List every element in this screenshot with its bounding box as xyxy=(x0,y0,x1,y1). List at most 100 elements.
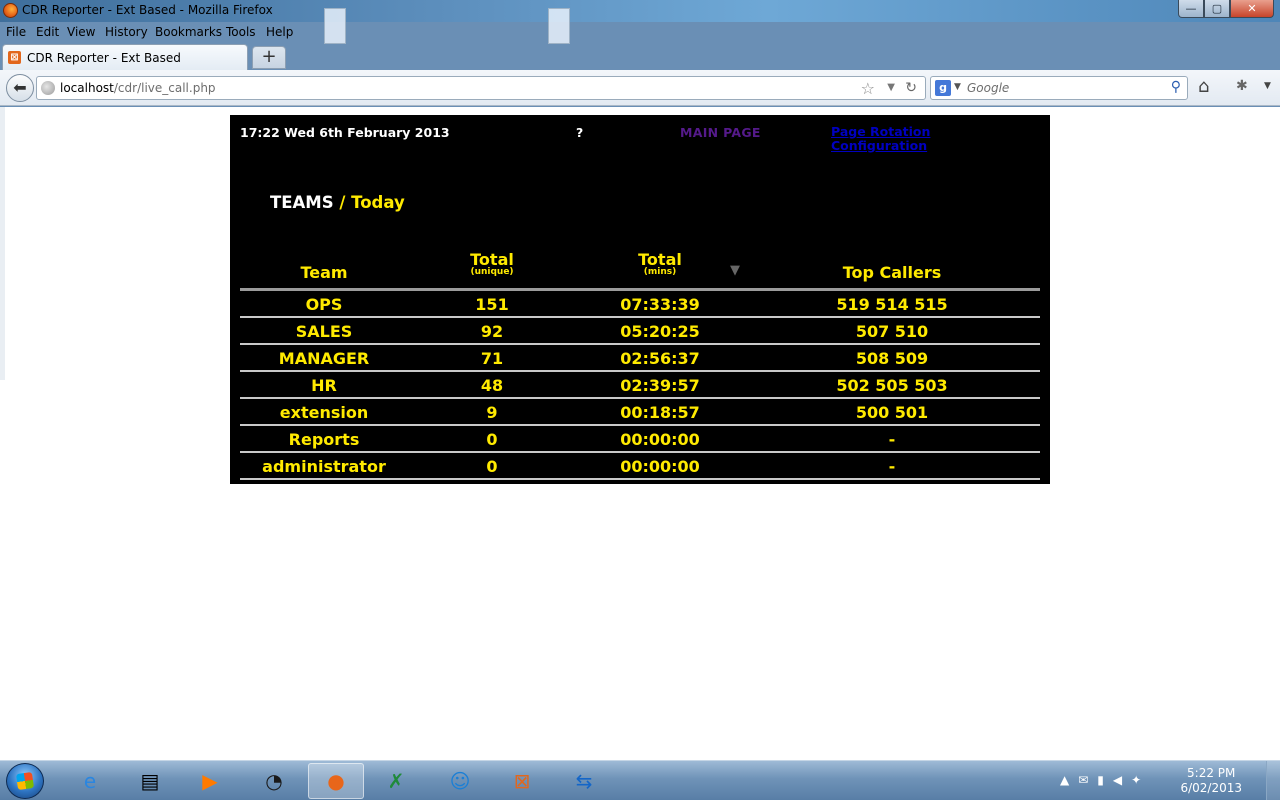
menu-bar: File Edit View History Bookmarks Tools H… xyxy=(0,22,1280,42)
title-teams: TEAMS xyxy=(270,193,334,212)
menu-view[interactable]: View xyxy=(67,25,95,39)
tray-date: 6/02/2013 xyxy=(1180,781,1242,795)
cell-total-unique: 0 xyxy=(486,430,498,449)
cell-total-unique: 71 xyxy=(480,349,504,368)
tab-cdr-reporter[interactable]: ⊠ CDR Reporter - Ext Based xyxy=(2,44,248,70)
table-row: administrator 0 00:00:00 - xyxy=(240,453,1040,480)
taskbar-clock-app-icon[interactable]: ◔ xyxy=(246,763,302,799)
bookmark-star-icon[interactable]: ☆ xyxy=(861,79,875,98)
taskbar: e ▤ ▶ ◔ ● ✗ ☺ ⊠ ⇆ ▲✉▮◀✦ 5:22 PM 6/02/201… xyxy=(0,760,1280,800)
cell-total-mins: 02:39:57 xyxy=(620,376,700,395)
taskbar-teamviewer-icon[interactable]: ⇆ xyxy=(556,763,612,799)
menu-bookmarks[interactable]: Bookmarks xyxy=(155,25,222,39)
show-desktop-button[interactable] xyxy=(1266,761,1280,800)
google-icon[interactable]: g xyxy=(935,80,951,96)
xampp-favicon-icon: ⊠ xyxy=(8,51,21,64)
menu-file[interactable]: File xyxy=(6,25,26,39)
cell-team: extension xyxy=(279,403,369,422)
cell-total-mins: 02:56:37 xyxy=(620,349,700,368)
search-icon[interactable]: ⚲ xyxy=(1171,79,1181,95)
header-total-unique-sub: (unique) xyxy=(470,267,514,277)
search-engine-dropdown-icon[interactable]: ▼ xyxy=(954,82,961,92)
tray-clock[interactable]: 5:22 PM 6/02/2013 xyxy=(1180,766,1242,796)
table-body: OPS 151 07:33:39 519 514 515 SALES 92 05:20:25… xyxy=(240,291,1040,480)
system-tray: ▲✉▮◀✦ 5:22 PM 6/02/2013 xyxy=(1060,761,1280,800)
table-row: MANAGER 71 02:56:37 508 509 xyxy=(240,345,1040,372)
url-path: /cdr/live_call.php xyxy=(113,81,216,95)
header-top-callers[interactable]: Top Callers xyxy=(780,265,1004,281)
window-titlebar: CDR Reporter - Ext Based - Mozilla Firef… xyxy=(0,0,1280,44)
page-rotation-line1: Page Rotation xyxy=(831,124,931,139)
table-row: OPS 151 07:33:39 519 514 515 xyxy=(240,291,1040,318)
cell-total-unique: 9 xyxy=(486,403,498,422)
address-bar[interactable]: localhost/cdr/live_call.php ☆ ▼ ↻ xyxy=(36,76,926,100)
cell-team: MANAGER xyxy=(278,349,370,368)
tab-label: CDR Reporter - Ext Based xyxy=(27,51,181,65)
tab-strip: ⊠ CDR Reporter - Ext Based + xyxy=(0,42,1280,70)
header-total-mins-label: Total xyxy=(638,250,682,269)
cell-total-mins: 05:20:25 xyxy=(620,322,700,341)
taskbar-xmind-icon[interactable]: ✗ xyxy=(368,763,424,799)
table-row: Reports 0 00:00:00 - xyxy=(240,426,1040,453)
menu-tools[interactable]: Tools xyxy=(226,25,256,39)
menu-edit[interactable]: Edit xyxy=(36,25,59,39)
header-total-unique[interactable]: Total (unique) xyxy=(408,252,576,277)
cell-team: administrator xyxy=(262,457,386,476)
table-header: Team Total (unique) Total (mins) ▼ Top Cal… xyxy=(240,249,1040,291)
cell-top-callers: 500 501 xyxy=(855,403,929,422)
menu-help[interactable]: Help xyxy=(266,25,293,39)
back-button[interactable]: ⬅ xyxy=(6,74,34,102)
cell-total-mins: 00:18:57 xyxy=(620,403,700,422)
page-rotation-line2: Configuration xyxy=(831,138,928,153)
taskbar-messenger-icon[interactable]: ☺ xyxy=(432,763,488,799)
header-total-mins-sub: (mins) xyxy=(643,267,677,277)
title-separator: / xyxy=(339,193,346,212)
cell-top-callers: 519 514 515 xyxy=(836,295,948,314)
taskbar-firefox-icon[interactable]: ● xyxy=(308,763,364,799)
main-page-link[interactable]: MAIN PAGE xyxy=(680,125,761,140)
cell-top-callers: - xyxy=(888,430,896,449)
windows-logo-icon xyxy=(15,771,35,791)
tray-time: 5:22 PM xyxy=(1187,766,1236,780)
back-arrow-icon: ⬅ xyxy=(13,78,27,97)
cell-total-mins: 00:00:00 xyxy=(620,430,700,449)
globe-icon xyxy=(41,81,55,95)
cell-team: SALES xyxy=(295,322,353,341)
cell-total-mins: 00:00:00 xyxy=(620,457,700,476)
help-link[interactable]: ? xyxy=(576,125,583,140)
url-text: localhost/cdr/live_call.php xyxy=(60,81,216,95)
table-row: extension 9 00:18:57 500 501 xyxy=(240,399,1040,426)
home-icon[interactable]: ⌂ xyxy=(1198,76,1209,97)
title-today: Today xyxy=(351,193,405,212)
cell-total-unique: 48 xyxy=(480,376,504,395)
header-team[interactable]: Team xyxy=(240,265,408,281)
minimize-button[interactable]: — xyxy=(1178,0,1204,18)
cell-top-callers: 502 505 503 xyxy=(836,376,948,395)
search-input[interactable]: Google xyxy=(967,81,1009,95)
page-rotation-link[interactable]: Page Rotation Configuration xyxy=(831,125,930,153)
taskbar-explorer-icon[interactable]: ▤ xyxy=(122,763,178,799)
header-total-unique-label: Total xyxy=(470,250,514,269)
menu-history[interactable]: History xyxy=(105,25,148,39)
tray-icons[interactable]: ▲✉▮◀✦ xyxy=(1060,773,1150,787)
page-title: TEAMS / Today xyxy=(270,193,405,212)
addon-dropdown-icon[interactable]: ▼ xyxy=(1264,81,1271,91)
sort-descending-icon[interactable]: ▼ xyxy=(730,263,740,278)
history-dropdown-icon[interactable]: ▼ xyxy=(887,82,895,93)
taskbar-media-player-icon[interactable]: ▶ xyxy=(182,763,238,799)
close-button[interactable]: ✕ xyxy=(1230,0,1274,18)
taskbar-ie-icon[interactable]: e xyxy=(62,763,118,799)
search-bar[interactable]: g ▼ Google ⚲ xyxy=(930,76,1188,100)
maximize-button[interactable]: ▢ xyxy=(1204,0,1230,18)
cell-top-callers: 507 510 xyxy=(855,322,929,341)
taskbar-xampp-icon[interactable]: ⊠ xyxy=(494,763,550,799)
teams-table: Team Total (unique) Total (mins) ▼ Top Cal… xyxy=(240,249,1040,480)
addon-icon[interactable]: ✱ xyxy=(1236,78,1248,94)
start-button[interactable] xyxy=(6,763,44,799)
new-tab-button[interactable]: + xyxy=(252,46,286,69)
header-total-mins[interactable]: Total (mins) xyxy=(576,252,744,277)
cell-total-mins: 07:33:39 xyxy=(620,295,700,314)
cell-top-callers: - xyxy=(888,457,896,476)
reload-icon[interactable]: ↻ xyxy=(905,80,917,96)
page-content: 17:22 Wed 6th February 2013 ? MAIN PAGE … xyxy=(0,107,1280,760)
